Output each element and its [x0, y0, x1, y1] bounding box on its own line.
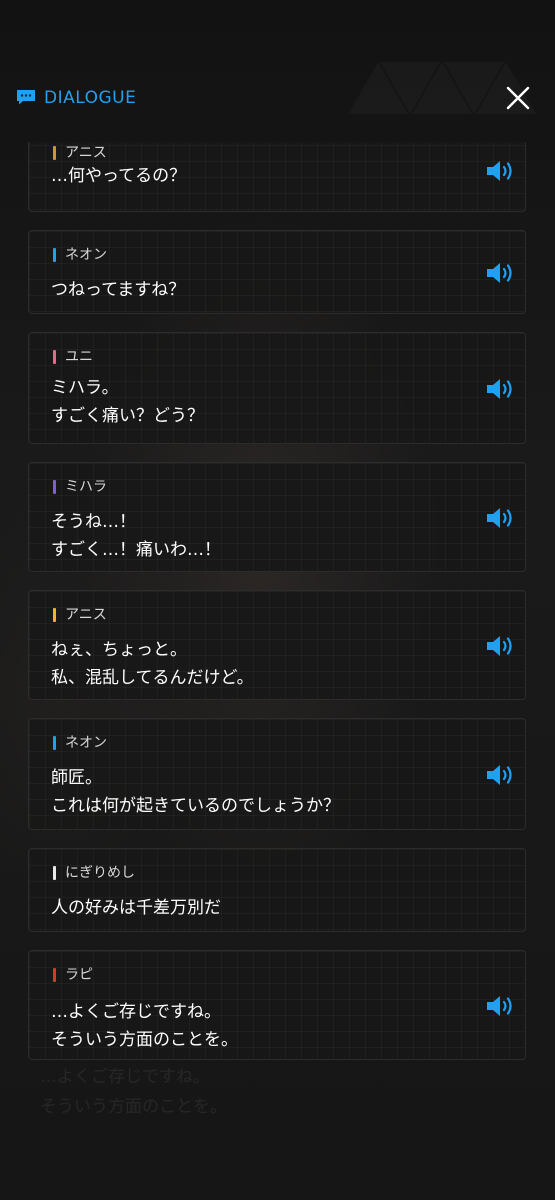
speaker-name: アニス	[65, 145, 107, 161]
voice-replay-icon[interactable]	[485, 762, 517, 788]
dialogue-log-list[interactable]: アニス …何やってるの？ ネオン つねってますね？ ユニ ミハラ。 すごく痛い？どう？ ミハラ…	[0, 142, 555, 1062]
chat-bubble-icon	[17, 90, 35, 105]
dialogue-entry: アニスねぇ、ちょっと。私、混乱してるんだけど。	[28, 590, 526, 700]
dialogue-entry: ネオンつねってますね？	[28, 230, 526, 314]
voice-replay-icon[interactable]	[485, 260, 517, 286]
dialogue-text-line: これは何が起きているのでしょうか？	[51, 796, 340, 816]
speaker-color-bar	[53, 968, 56, 982]
speaker-name: ラピ	[65, 967, 93, 983]
speaker-color-bar	[53, 248, 56, 262]
speaker-color-bar	[53, 736, 56, 750]
dialogue-text-line: そうね…！	[51, 512, 136, 532]
speaker-name: ネオン	[65, 247, 107, 263]
speaker-color-bar	[53, 608, 56, 622]
speaker-name: ネオン	[65, 735, 107, 751]
dialogue-header: DIALOGUE	[0, 80, 555, 120]
dialogue-text-line: 師匠。	[51, 768, 102, 788]
dialogue-text-line: すごく…！痛いわ…！	[51, 540, 221, 560]
dialogue-text-line: つねってますね？	[51, 280, 186, 300]
dialogue-entry: ネオン師匠。これは何が起きているのでしょうか？	[28, 718, 526, 830]
speaker-name: ユニ	[65, 349, 93, 365]
voice-replay-icon[interactable]	[485, 158, 517, 184]
dialogue-entry: ユニミハラ。すごく痛い？どう？	[28, 332, 526, 444]
voice-replay-icon[interactable]	[485, 505, 517, 531]
close-icon[interactable]	[502, 82, 534, 114]
dialogue-text-line: …よくご存じですね。	[51, 1002, 221, 1022]
voice-replay-icon[interactable]	[485, 633, 517, 659]
speaker-color-bar	[53, 350, 56, 364]
dialogue-text-line: …何やってるの？	[51, 166, 187, 186]
dialogue-entry: にぎりめし人の好みは千差万別だ	[28, 848, 526, 932]
dialogue-text-line: 私、混乱してるんだけど。	[51, 668, 254, 688]
dialogue-text-line: 人の好みは千差万別だ	[51, 898, 221, 918]
dialogue-text-line: ねぇ、ちょっと。	[51, 640, 187, 660]
speaker-color-bar	[53, 146, 56, 160]
ghost-subtitle-line: …よくご存じですね。	[40, 1067, 210, 1087]
dialogue-title: DIALOGUE	[44, 88, 137, 108]
dialogue-entry: アニス …何やってるの？	[28, 142, 526, 212]
voice-replay-icon[interactable]	[485, 993, 517, 1019]
speaker-color-bar	[53, 866, 56, 880]
speaker-name: にぎりめし	[65, 865, 135, 881]
speaker-name: ミハラ	[65, 479, 107, 495]
dialogue-text-line: すごく痛い？どう？	[51, 406, 204, 426]
ghost-subtitle-line: そういう方面のことを。	[40, 1097, 227, 1117]
voice-replay-icon[interactable]	[485, 376, 517, 402]
dialogue-entry: ラピ …よくご存じですね。 そういう方面のことを。	[28, 950, 526, 1060]
dialogue-text-line: ミハラ。	[51, 378, 119, 398]
speaker-name: アニス	[65, 607, 107, 623]
dialogue-entry: ミハラそうね…！ すごく…！痛いわ…！	[28, 462, 526, 572]
speaker-color-bar	[53, 480, 56, 494]
dialogue-text-line: そういう方面のことを。	[51, 1030, 238, 1050]
